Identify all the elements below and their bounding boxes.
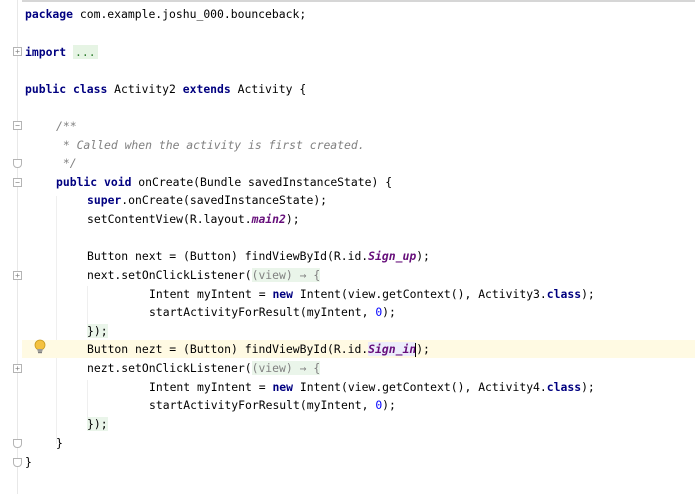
statement: Intent myIntent = (149, 380, 273, 394)
field-reference: Sign_up (368, 249, 417, 263)
code-line[interactable]: } (0, 453, 695, 471)
code-line[interactable]: package com.example.joshu_000.bounceback… (0, 5, 695, 23)
statement: startActivityForResult(myIntent, (149, 305, 376, 319)
code-line[interactable]: } (0, 434, 695, 452)
folded-lambda[interactable]: (view) → { (251, 268, 321, 282)
code-line[interactable]: }); (0, 322, 695, 340)
code-line[interactable]: */ (0, 154, 695, 172)
statement: Button nezt = (Button) findViewById(R.id… (87, 342, 369, 356)
folded-imports[interactable]: ... (73, 45, 98, 59)
statement: .onCreate(savedInstanceState); (121, 193, 328, 207)
keyword-class: class (73, 82, 108, 96)
method-signature: onCreate(Bundle savedInstanceState) { (131, 175, 393, 189)
statement: ); (416, 342, 430, 356)
code-line[interactable]: public void onCreate(Bundle savedInstanc… (0, 173, 695, 191)
keyword-class: class (546, 380, 582, 394)
code-line[interactable]: public class Activity2 extends Activity … (0, 80, 695, 98)
statement: ); (581, 380, 595, 394)
statement: ); (382, 398, 396, 412)
statement: ); (581, 287, 595, 301)
editor-top-border (0, 0, 695, 2)
field-reference: Sign_in (368, 342, 417, 356)
doc-comment: /** (56, 119, 77, 133)
keyword-new: new (272, 287, 294, 301)
statement: Intent(view.getContext(), Activity3. (293, 287, 547, 301)
current-line[interactable]: Button nezt = (Button) findViewById(R.id… (22, 340, 695, 358)
lambda-close: }); (87, 417, 108, 431)
code-line[interactable]: startActivityForResult(myIntent, 0); (0, 303, 695, 321)
package-name: com.example.joshu_000.bounceback; (73, 7, 307, 21)
lambda-close: }); (87, 324, 108, 338)
code-line[interactable]: /** (0, 117, 695, 135)
keyword-super: super (87, 193, 122, 207)
keyword-package: package (25, 7, 74, 21)
code-line[interactable]: Intent myIntent = new Intent(view.getCon… (0, 285, 695, 303)
keyword-import: import (25, 45, 67, 59)
keyword-new: new (272, 380, 294, 394)
code-line[interactable]: nezt.setOnClickListener((view) → { (0, 359, 695, 377)
statement: ); (416, 249, 430, 263)
statement: nezt.setOnClickListener( (87, 361, 252, 375)
class-name: Activity2 (107, 82, 183, 96)
superclass-name: Activity { (230, 82, 307, 96)
field-reference: main2 (251, 212, 286, 226)
folded-lambda[interactable]: (view) → { (251, 361, 321, 375)
doc-comment: * Called when the activity is first crea… (56, 138, 365, 152)
keyword-class: class (546, 287, 582, 301)
statement: startActivityForResult(myIntent, (149, 398, 376, 412)
class-close-brace: } (25, 455, 32, 469)
statement: setContentView(R.layout. (87, 212, 252, 226)
statement: ); (285, 212, 300, 226)
keyword-public: public (25, 82, 67, 96)
code-line[interactable]: startActivityForResult(myIntent, 0); (0, 396, 695, 414)
statement: next.setOnClickListener( (87, 268, 252, 282)
statement: Button next = (Button) findViewById(R.id… (87, 249, 369, 263)
code-line[interactable]: Button next = (Button) findViewById(R.id… (0, 247, 695, 265)
statement: Intent(view.getContext(), Activity4. (293, 380, 547, 394)
method-close-brace: } (56, 436, 63, 450)
keyword-extends: extends (182, 82, 231, 96)
code-line[interactable]: next.setOnClickListener((view) → { (0, 266, 695, 284)
intention-bulb-icon[interactable] (34, 339, 46, 355)
statement: Intent myIntent = (149, 287, 273, 301)
statement: ); (382, 305, 396, 319)
code-line[interactable]: Intent myIntent = new Intent(view.getCon… (0, 378, 695, 396)
code-line[interactable]: * Called when the activity is first crea… (0, 136, 695, 154)
code-line[interactable]: setContentView(R.layout.main2); (0, 210, 695, 228)
code-line[interactable]: import ... (0, 43, 695, 61)
keyword-void: void (104, 175, 132, 189)
code-editor[interactable]: + − − + + package com.example.joshu_000.… (0, 0, 695, 494)
doc-comment: */ (56, 156, 77, 170)
keyword-public: public (56, 175, 98, 189)
code-line[interactable]: }); (0, 415, 695, 433)
code-line[interactable]: super.onCreate(savedInstanceState); (0, 191, 695, 209)
